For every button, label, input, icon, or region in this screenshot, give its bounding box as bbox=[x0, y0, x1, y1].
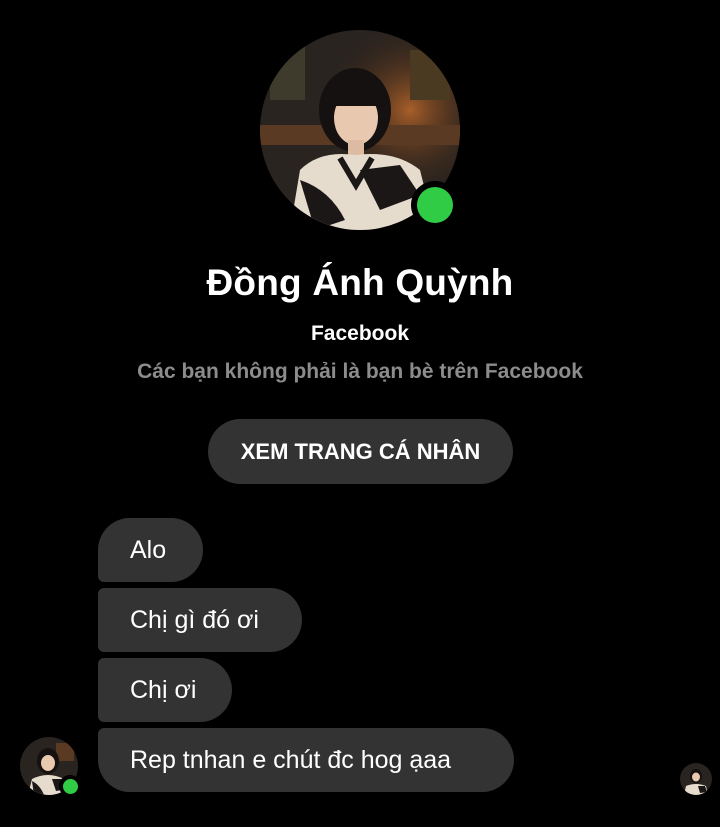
profile-name: Đồng Ánh Quỳnh bbox=[206, 262, 514, 303]
online-dot-icon bbox=[62, 778, 78, 794]
view-profile-button[interactable]: XEM TRANG CÁ NHÂN bbox=[208, 419, 513, 484]
online-status-indicator bbox=[411, 181, 459, 229]
friendship-status: Các bạn không phải là bạn bè trên Facebo… bbox=[137, 360, 583, 383]
online-dot-icon bbox=[417, 187, 453, 223]
seen-receipt-avatar bbox=[680, 763, 712, 795]
message-bubble[interactable]: Chị ơi bbox=[98, 658, 232, 722]
message-bubble[interactable]: Chị gì đó ơi bbox=[98, 588, 302, 652]
sender-online-indicator bbox=[59, 775, 81, 797]
profile-platform: Facebook bbox=[310, 322, 410, 345]
message-bubble[interactable]: Alo bbox=[98, 518, 203, 582]
message-bubble[interactable]: Rep tnhan e chút đc hog ạaa bbox=[98, 728, 514, 792]
